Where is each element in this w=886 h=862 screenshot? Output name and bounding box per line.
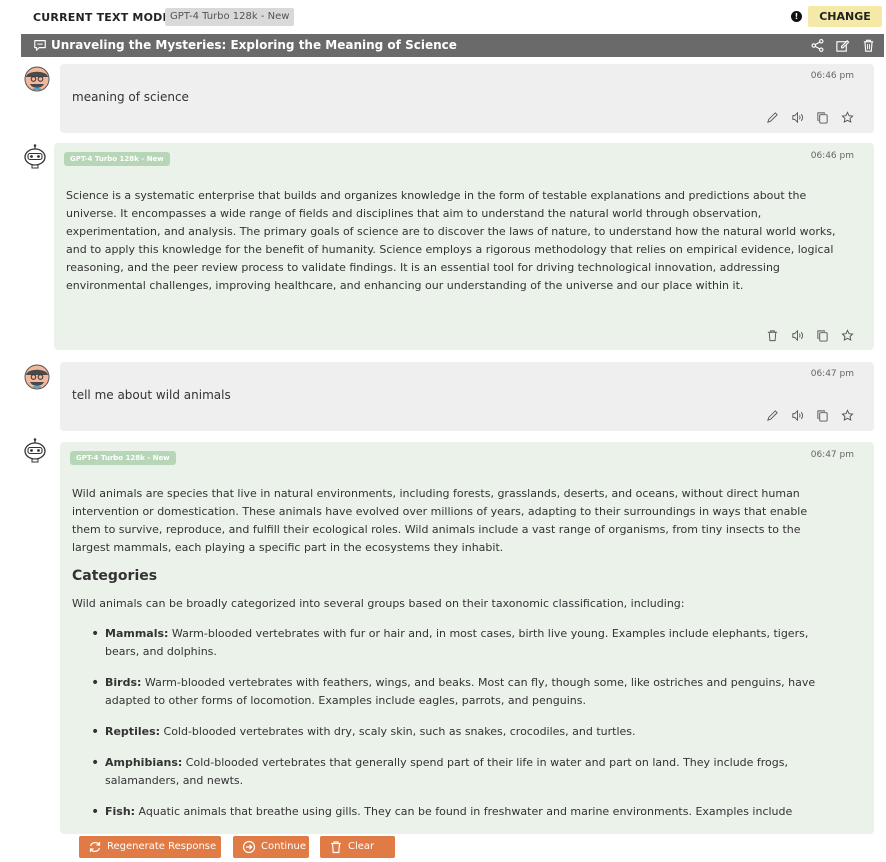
list-item-term: Amphibians: [105,756,183,769]
speaker-icon[interactable] [791,329,804,342]
message-time: 06:47 pm [810,369,854,379]
regenerate-label: Regenerate Response [107,841,217,852]
arrow-circle-icon [242,840,256,854]
model-badge: GPT-4 Turbo 128k - New [70,451,176,465]
star-icon[interactable] [841,111,854,124]
assistant-avatar [24,144,46,169]
refresh-icon [89,842,101,852]
list-item-desc: Aquatic animals that breathe using gills… [135,805,793,818]
list-item: Amphibians: Cold-blooded vertebrates tha… [91,754,834,790]
user-avatar [24,364,50,390]
user-message: 06:46 pm meaning of science [60,64,874,133]
conversation-title: Unraveling the Mysteries: Exploring the … [51,38,457,52]
message-actions [766,409,854,423]
regenerate-response-button[interactable]: Regenerate Response [79,836,221,858]
model-badge: GPT-4 Turbo 128k - New [64,152,170,166]
clear-button[interactable]: Clear [320,836,395,858]
section-heading: Categories [72,568,158,584]
delete-conversation-icon[interactable] [861,38,876,53]
message-time: 06:46 pm [810,71,854,81]
assistant-message: GPT-4 Turbo 128k - New 06:47 pm Wild ani… [60,442,874,834]
speaker-icon[interactable] [791,111,804,124]
bottom-action-bar: Regenerate Response Continue Clear [0,834,886,862]
current-model-chip: GPT-4 Turbo 128k - New [165,8,295,26]
category-list: Mammals: Warm-blooded vertebrates with f… [72,625,834,821]
message-time: 06:46 pm [810,151,854,161]
message-actions [766,111,854,125]
star-icon[interactable] [841,329,854,342]
copy-icon[interactable] [816,111,829,124]
speaker-icon[interactable] [791,409,804,422]
list-item-term: Birds: [105,676,142,689]
star-icon[interactable] [841,409,854,422]
list-item-desc: Warm-blooded vertebrates with feathers, … [105,676,816,707]
list-item-term: Mammals: [105,627,169,640]
list-item-desc: Cold-blooded vertebrates with dry, scaly… [160,725,636,738]
copy-icon[interactable] [816,409,829,422]
list-item: Fish: Aquatic animals that breathe using… [91,803,834,821]
message-text: tell me about wild animals [72,388,231,402]
assistant-avatar [24,438,46,463]
trash-icon [331,841,341,854]
assistant-message: GPT-4 Turbo 128k - New 06:46 pm Science … [54,143,874,350]
continue-label: Continue [261,841,306,852]
conversation-title-bar: Unraveling the Mysteries: Exploring the … [21,34,884,57]
delete-icon[interactable] [766,329,779,342]
share-icon[interactable] [810,38,825,53]
copy-icon[interactable] [816,329,829,342]
user-avatar [24,66,50,92]
continue-button[interactable]: Continue [233,836,309,858]
message-text: Science is a systematic enterprise that … [66,189,836,292]
list-item-desc: Cold-blooded vertebrates that generally … [105,756,789,787]
current-model-label: CURRENT TEXT MODEL [33,11,178,24]
edit-title-icon[interactable] [835,38,850,53]
info-icon[interactable]: ! [791,11,802,22]
top-bar: CURRENT TEXT MODEL GPT-4 Turbo 128k - Ne… [0,0,886,34]
list-item-term: Fish: [105,805,136,818]
message-actions [766,329,854,343]
clear-label: Clear [348,841,375,852]
edit-icon[interactable] [766,111,779,124]
list-item-desc: Warm-blooded vertebrates with fur or hai… [105,627,809,658]
list-item: Reptiles: Cold-blooded vertebrates with … [91,723,834,741]
list-item: Birds: Warm-blooded vertebrates with fea… [91,674,834,710]
message-body: Wild animals are species that live in na… [72,485,834,834]
intro-paragraph: Wild animals are species that live in na… [72,487,808,554]
lead-paragraph: Wild animals can be broadly categorized … [72,597,685,610]
message-text: meaning of science [72,90,189,104]
list-item: Mammals: Warm-blooded vertebrates with f… [91,625,834,661]
list-item-term: Reptiles: [105,725,161,738]
user-message: 06:47 pm tell me about wild animals [60,362,874,431]
change-model-button[interactable]: CHANGE [808,6,882,27]
message-time: 06:47 pm [810,450,854,460]
chat-bubble-icon [34,40,46,51]
edit-icon[interactable] [766,409,779,422]
